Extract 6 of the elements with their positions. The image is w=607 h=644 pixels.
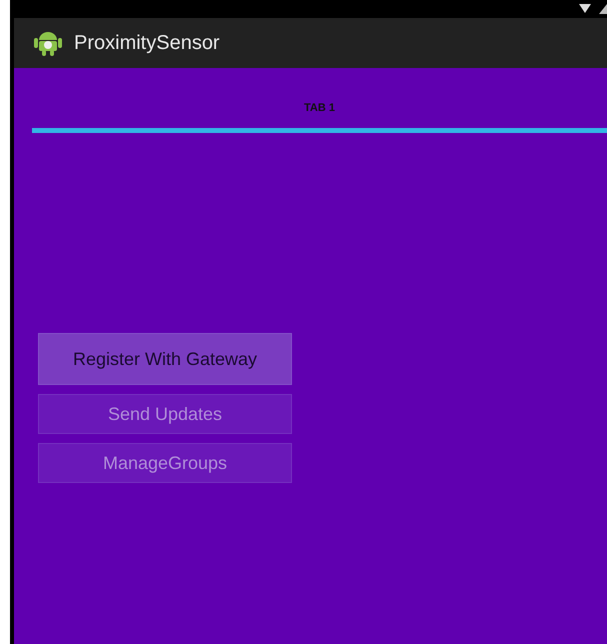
wifi-icon — [579, 4, 591, 14]
android-robot-icon — [34, 30, 62, 56]
action-button[interactable]: Register With Gateway — [38, 333, 292, 385]
tab[interactable]: TAB 1 — [32, 100, 607, 133]
app-title: ProximitySensor — [74, 31, 220, 56]
signal-icon — [599, 4, 607, 14]
